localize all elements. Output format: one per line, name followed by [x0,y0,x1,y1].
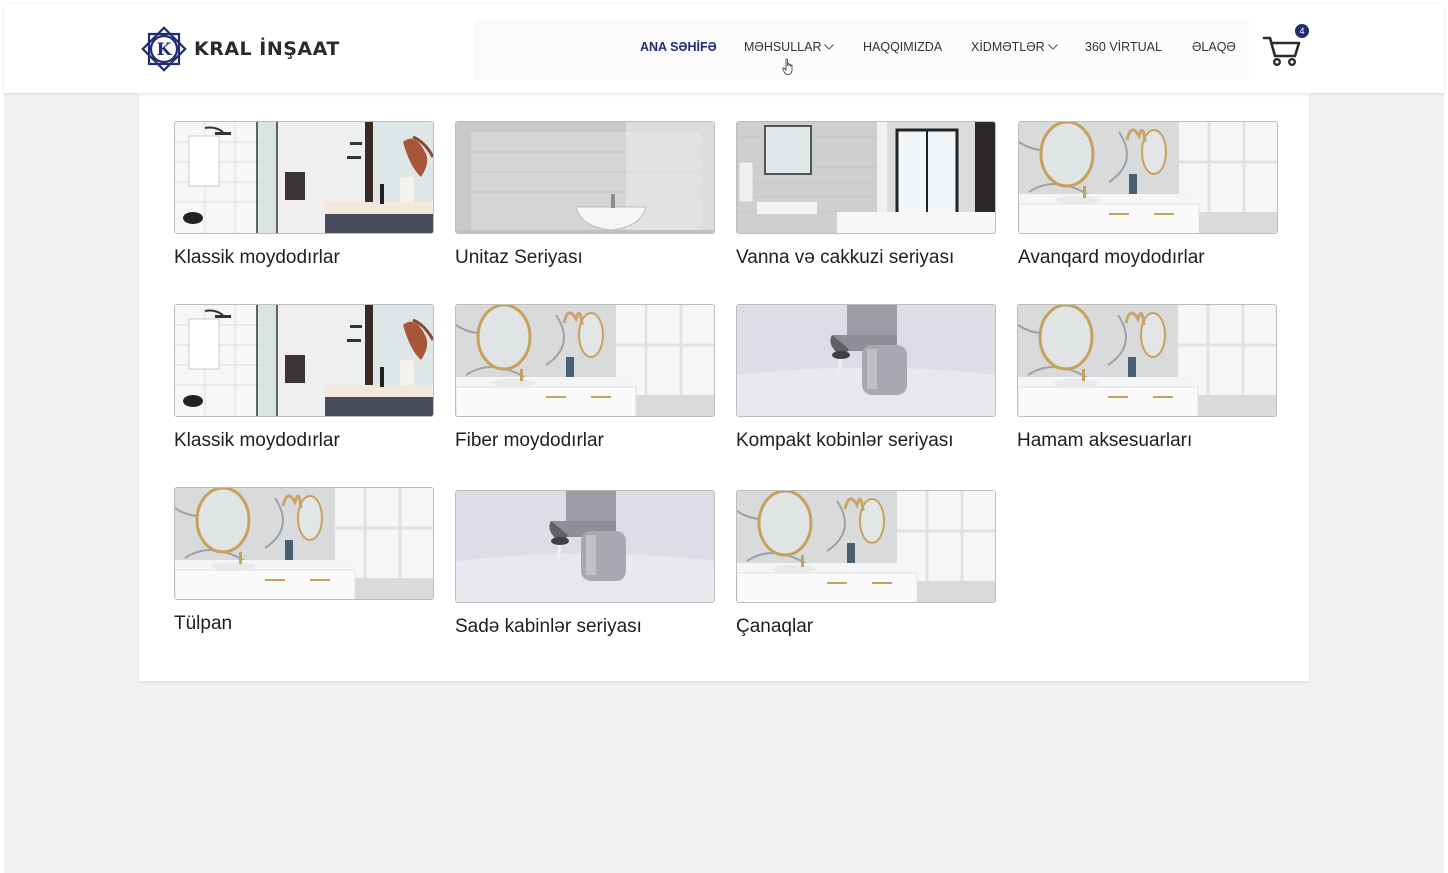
product-image-marble-vanity [174,487,434,600]
pointer-cursor-icon [782,58,793,75]
product-card[interactable]: Fiber moydodırlar [455,304,715,452]
nav-item-label: HAQQIMIZDA [863,40,943,54]
nav-item-label: ANA SƏHİFƏ [640,40,717,54]
nav-item-360-virtual[interactable]: 360 VİRTUAL [1085,40,1162,54]
product-image-marble-vanity [455,304,715,417]
nav-item-contact[interactable]: ƏLAQƏ [1192,40,1236,54]
product-name: Vanna və cakkuzi seriyası [736,247,955,268]
product-image-wall-sink [455,121,715,234]
product-image-marble-vanity [1018,121,1278,234]
product-grid-panel: Klassik moydodırlar Unitaz Seriyası Vann… [139,93,1309,681]
chevron-down-icon [824,44,835,50]
nav-item-products[interactable]: MƏHSULLAR [744,40,835,54]
product-name: Fiber moydodırlar [455,430,604,451]
product-name: Çanaqlar [736,616,814,637]
product-name: Kompakt kobinlər seriyası [736,430,954,451]
product-card[interactable]: Çanaqlar [736,490,996,638]
nav-item-label: MƏHSULLAR [744,40,822,54]
brand-name: KRAL İNŞAAT [194,38,340,60]
product-image-faucet [736,304,996,417]
nav-item-label: ƏLAQƏ [1192,40,1236,54]
product-image-marble-vanity [736,490,996,603]
product-image-bath-window [736,121,996,234]
nav-item-home[interactable]: ANA SƏHİFƏ [640,40,717,54]
chevron-down-icon [1047,44,1058,50]
nav-item-label: 360 VİRTUAL [1085,40,1162,54]
nav-item-label: XİDMƏTLƏR [971,40,1045,54]
logo-star-icon: K [141,26,187,72]
product-name: Klassik moydodırlar [174,247,340,268]
product-card[interactable]: Sadə kabinlər seriyası [455,490,715,638]
brand-logo[interactable]: K KRAL İNŞAAT [138,23,340,75]
product-card[interactable]: Tülpan [174,487,434,635]
product-card[interactable]: Hamam aksesuarları [1017,304,1277,452]
product-card[interactable]: Klassik moydodırlar [174,304,434,452]
product-name: Tülpan [174,613,233,634]
product-card[interactable]: Avanqard moydodırlar [1018,121,1278,269]
product-name: Klassik moydodırlar [174,430,340,451]
product-card[interactable]: Unitaz Seriyası [455,121,715,269]
product-card[interactable]: Kompakt kobinlər seriyası [736,304,996,452]
cart-icon[interactable] [1262,32,1302,68]
product-name: Unitaz Seriyası [455,247,583,268]
product-name: Sadə kabinlər seriyası [455,616,642,637]
product-name: Avanqard moydodırlar [1018,247,1205,268]
nav-item-about[interactable]: HAQQIMIZDA [863,40,942,54]
product-image-shower-bathroom [174,304,434,417]
logo-letter: K [157,40,173,60]
cart-count-badge: 4 [1295,24,1309,38]
nav-item-services[interactable]: XİDMƏTLƏR [971,40,1058,54]
product-card[interactable]: Vanna və cakkuzi seriyası [736,121,996,269]
product-image-marble-vanity [1017,304,1277,417]
product-image-shower-bathroom [174,121,434,234]
product-name: Hamam aksesuarları [1017,430,1193,451]
product-image-faucet [455,490,715,603]
product-card[interactable]: Klassik moydodırlar [174,121,434,269]
site-header: K KRAL İNŞAAT ANA SƏHİFƏ MƏHSULLAR HAQQI… [4,4,1444,93]
